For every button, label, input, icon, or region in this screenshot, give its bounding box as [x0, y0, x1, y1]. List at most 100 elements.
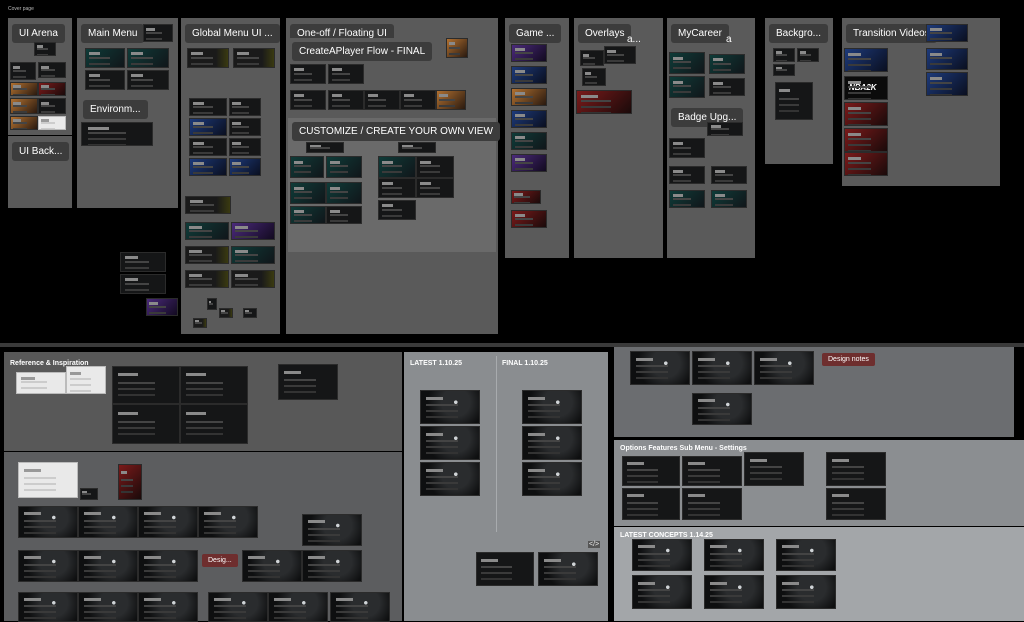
- thumb[interactable]: [306, 142, 344, 153]
- thumb[interactable]: [926, 24, 968, 42]
- thumb[interactable]: [180, 366, 248, 404]
- design-notes-button[interactable]: Design notes: [822, 353, 875, 366]
- thumb[interactable]: [744, 452, 804, 486]
- frame-main-menu[interactable]: Main Menu Environm...: [77, 18, 178, 208]
- thumb[interactable]: [328, 64, 364, 84]
- thumb[interactable]: [669, 190, 705, 208]
- thumb[interactable]: [185, 246, 229, 264]
- thumb[interactable]: [692, 393, 752, 425]
- main-design-section[interactable]: Desig...: [4, 452, 402, 622]
- thumb[interactable]: [185, 196, 231, 214]
- thumb[interactable]: [511, 44, 547, 62]
- thumb[interactable]: [219, 308, 233, 318]
- thumb[interactable]: [242, 550, 302, 582]
- thumb[interactable]: [378, 200, 416, 220]
- thumb[interactable]: [81, 122, 153, 146]
- thumb[interactable]: [522, 390, 582, 424]
- thumb[interactable]: [420, 390, 480, 424]
- frame-ui-background[interactable]: UI Back...: [8, 136, 72, 208]
- thumb[interactable]: [112, 404, 180, 444]
- thumb[interactable]: [290, 64, 326, 84]
- thumb[interactable]: [290, 90, 326, 110]
- thumb[interactable]: [185, 270, 229, 288]
- thumb[interactable]: [364, 90, 400, 110]
- thumb[interactable]: [229, 138, 261, 156]
- thumb[interactable]: [776, 575, 836, 609]
- thumb[interactable]: [576, 90, 632, 114]
- thumb[interactable]: [10, 116, 38, 130]
- thumb[interactable]: [604, 46, 636, 64]
- frame-backgrounds[interactable]: Backgro...: [765, 18, 833, 164]
- thumb[interactable]: [38, 116, 66, 130]
- thumb[interactable]: [231, 222, 275, 240]
- thumb[interactable]: [582, 68, 606, 86]
- thumb[interactable]: [669, 76, 705, 98]
- reference-section[interactable]: Reference & Inspiration: [4, 352, 402, 451]
- thumb[interactable]: [826, 488, 886, 520]
- thumb[interactable]: [112, 366, 180, 404]
- thumb[interactable]: [85, 48, 125, 68]
- concepts-section[interactable]: LATEST CONCEPTS 1.14.25: [614, 527, 1024, 621]
- right-top-section[interactable]: Design notes: [614, 347, 1014, 437]
- thumb[interactable]: [538, 552, 598, 586]
- thumb[interactable]: [844, 128, 888, 152]
- thumb[interactable]: [682, 488, 742, 520]
- latest-final-section[interactable]: LATEST 1.10.25 FINAL 1.10.25 </>: [404, 352, 608, 621]
- thumb[interactable]: [669, 52, 705, 74]
- thumb[interactable]: [138, 550, 198, 582]
- thumb[interactable]: [38, 98, 66, 114]
- thumb[interactable]: [711, 166, 747, 184]
- thumb[interactable]: [378, 178, 416, 198]
- thumb[interactable]: [826, 452, 886, 486]
- thumb[interactable]: [632, 539, 692, 571]
- thumb[interactable]: [754, 351, 814, 385]
- thumb[interactable]: [268, 592, 328, 622]
- thumb[interactable]: [326, 156, 362, 178]
- thumb[interactable]: [229, 118, 261, 136]
- thumb[interactable]: [522, 462, 582, 496]
- frame-global-menu[interactable]: Global Menu UI ...: [181, 18, 280, 334]
- thumb[interactable]: [18, 506, 78, 538]
- code-icon[interactable]: </>: [588, 541, 601, 548]
- frame-game[interactable]: Game ...: [505, 18, 569, 258]
- thumb[interactable]: [420, 462, 480, 496]
- thumb[interactable]: [302, 514, 362, 546]
- frame-one-off[interactable]: One-off / Floating UI CreateAPlayer Flow…: [286, 18, 500, 334]
- thumb[interactable]: [189, 158, 227, 176]
- thumb[interactable]: [18, 592, 78, 622]
- thumb[interactable]: [632, 575, 692, 609]
- thumb[interactable]: [330, 592, 390, 622]
- thumb[interactable]: [290, 156, 324, 178]
- frame-overlays[interactable]: Overlays a...: [574, 18, 663, 258]
- frame-transition-videos[interactable]: Transition Videos NBA2K: [842, 18, 1000, 186]
- thumb[interactable]: [189, 138, 227, 156]
- thumb[interactable]: [10, 62, 36, 80]
- thumb[interactable]: [207, 298, 217, 310]
- thumb[interactable]: [692, 351, 752, 385]
- thumb[interactable]: [844, 102, 888, 126]
- thumb[interactable]: [127, 70, 169, 90]
- thumb[interactable]: [143, 24, 173, 42]
- thumb[interactable]: [773, 48, 795, 62]
- thumb[interactable]: [476, 552, 534, 586]
- thumb[interactable]: [630, 351, 690, 385]
- thumb[interactable]: [85, 70, 125, 90]
- thumb[interactable]: [290, 182, 326, 204]
- thumb[interactable]: [682, 456, 742, 486]
- frame-ui-arena[interactable]: UI Arena: [8, 18, 72, 135]
- thumb[interactable]: [446, 38, 468, 58]
- thumb[interactable]: [18, 462, 78, 498]
- thumb[interactable]: [243, 308, 257, 318]
- thumb[interactable]: [436, 90, 466, 110]
- thumb-nba2k[interactable]: NBA2K: [844, 76, 888, 100]
- thumb[interactable]: [400, 90, 436, 110]
- thumb[interactable]: [10, 98, 38, 114]
- thumb[interactable]: [580, 50, 604, 66]
- thumb[interactable]: [704, 539, 764, 571]
- thumb[interactable]: [233, 48, 275, 68]
- thumb[interactable]: [185, 222, 229, 240]
- thumb[interactable]: [775, 82, 813, 120]
- thumb[interactable]: [511, 190, 541, 204]
- thumb[interactable]: [229, 98, 261, 116]
- thumb[interactable]: [189, 98, 227, 116]
